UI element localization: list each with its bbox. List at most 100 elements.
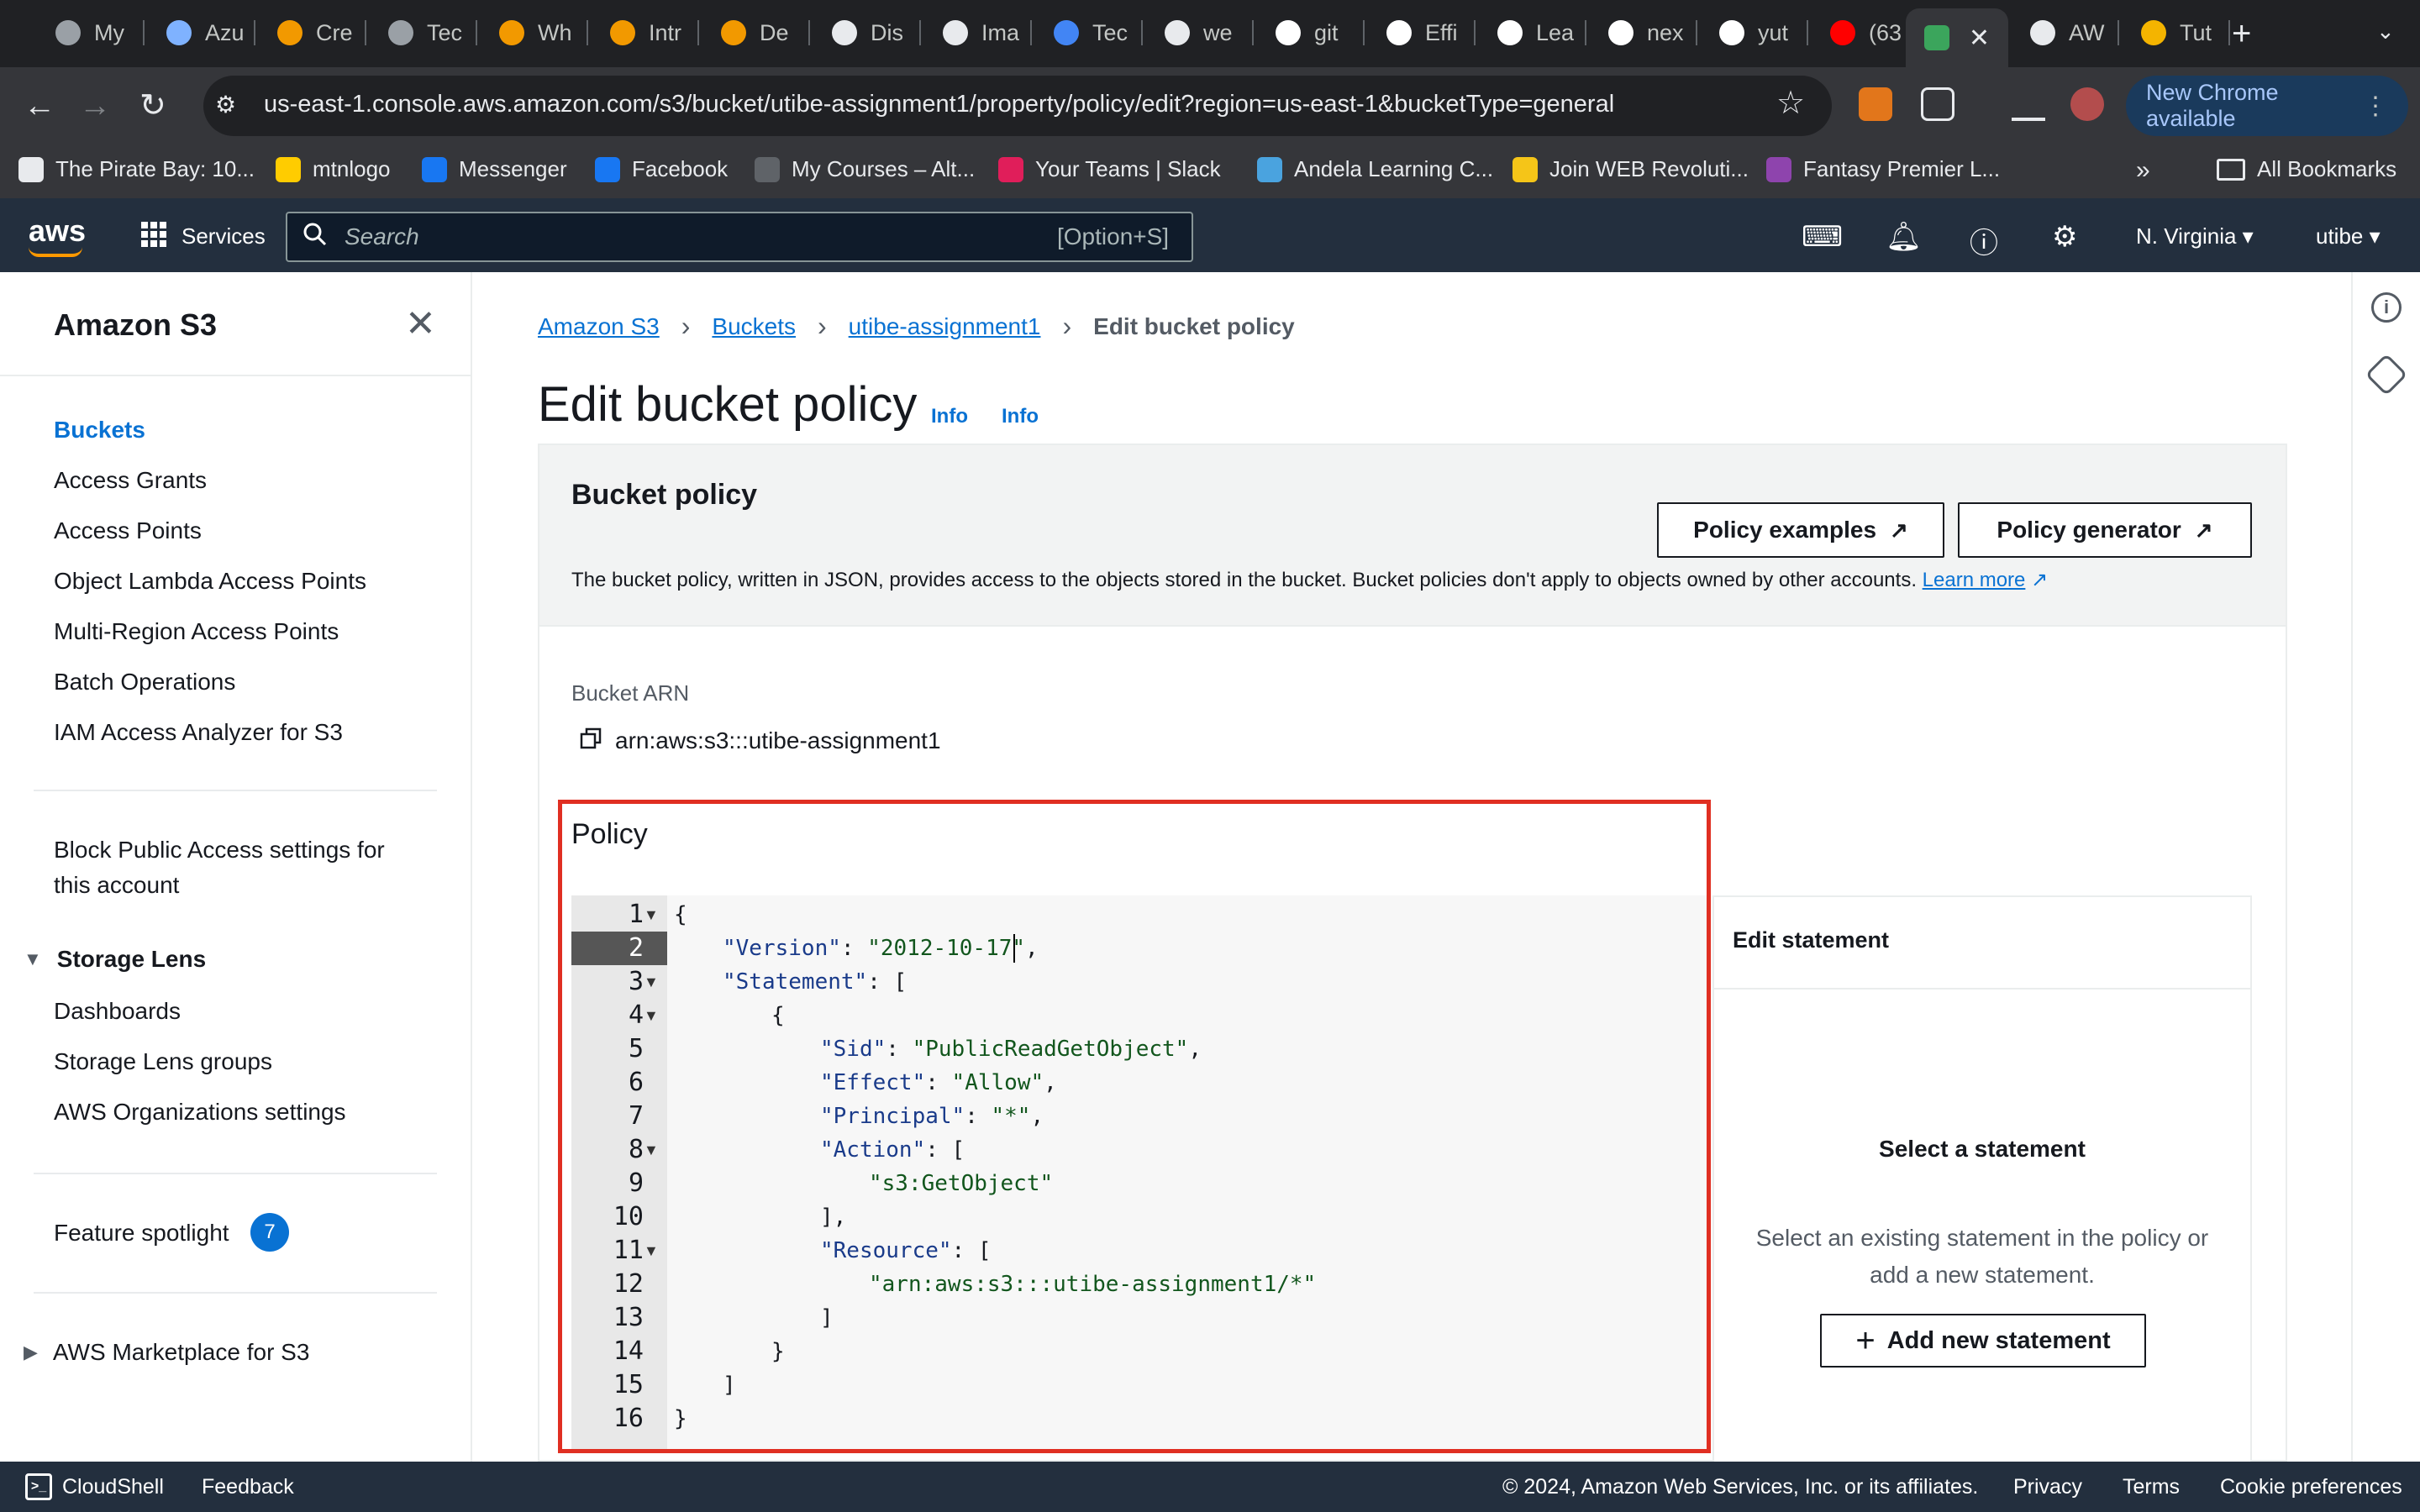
breadcrumb-bucket[interactable]: utibe-assignment1	[849, 313, 1041, 340]
policy-label: Policy	[571, 818, 648, 850]
policy-generator-button[interactable]: Policy generator ↗	[1958, 502, 2252, 558]
browser-tab[interactable]: Wh	[481, 10, 588, 55]
sidenav-item[interactable]: Object Lambda Access Points	[54, 568, 366, 595]
new-chrome-available-button[interactable]: New Chrome available ⋮	[2126, 76, 2408, 136]
add-new-statement-label: Add new statement	[1886, 1326, 2111, 1354]
notifications-bell-icon[interactable]: 🔔︎	[1886, 220, 1922, 254]
bookmark-label: The Pirate Bay: 10...	[55, 156, 255, 181]
bookmark-item[interactable]: mtnlogo	[276, 156, 391, 182]
browser-tab[interactable]: AW	[2012, 10, 2119, 55]
footer-terms[interactable]: Terms	[2123, 1475, 2180, 1499]
aws-marketplace-toggle[interactable]: ▶ AWS Marketplace for S3	[24, 1339, 309, 1366]
help-icon[interactable]: ⓘ	[1970, 220, 1998, 261]
browser-tab[interactable]: (63	[1812, 10, 1919, 55]
metamask-extension-icon[interactable]	[1859, 87, 1892, 121]
info-link[interactable]: Info	[931, 405, 968, 428]
sidenav-item-feature-spotlight[interactable]: Feature spotlight	[54, 1220, 229, 1247]
cloudshell-terminal-icon[interactable]: >_	[25, 1473, 52, 1500]
profile-avatar[interactable]	[2070, 87, 2104, 121]
cloudshell-icon[interactable]: ⌨	[1802, 220, 1843, 254]
footer-privacy[interactable]: Privacy	[2013, 1475, 2082, 1499]
all-bookmarks-button[interactable]: All Bookmarks	[2217, 156, 2396, 182]
learn-more-link[interactable]: Learn more	[1923, 569, 2026, 591]
sidenav-item[interactable]: Access Points	[54, 517, 202, 544]
bookmark-item[interactable]: The Pirate Bay: 10...	[18, 156, 255, 182]
settings-gear-icon[interactable]: ⚙	[2052, 220, 2077, 254]
bookmark-item[interactable]: Messenger	[422, 156, 567, 182]
browser-tab[interactable]: Azu	[148, 10, 255, 55]
bookmark-favicon-icon	[998, 156, 1023, 182]
policy-examples-button[interactable]: Policy examples ↗	[1657, 502, 1944, 558]
browser-tab[interactable]: My	[37, 10, 145, 55]
tab-search-chevron-icon[interactable]: ⌄	[2376, 18, 2395, 45]
browser-tab[interactable]: nex	[1590, 10, 1697, 55]
sidenav-title: Amazon S3	[54, 307, 218, 342]
tab-favicon-icon	[610, 20, 635, 45]
reading-list-icon[interactable]	[2012, 87, 2045, 121]
plus-icon: +	[1855, 1321, 1876, 1359]
sidenav-item[interactable]: Access Grants	[54, 467, 207, 494]
bookmark-item[interactable]: Fantasy Premier L...	[1766, 156, 2000, 182]
breadcrumb-amazon-s3[interactable]: Amazon S3	[538, 313, 660, 340]
browser-tab[interactable]: Tec	[1035, 10, 1143, 55]
bookmarks-overflow-icon[interactable]: »	[2136, 156, 2150, 185]
bookmark-item[interactable]: Your Teams | Slack	[998, 156, 1221, 182]
browser-tab[interactable]: Lea	[1479, 10, 1586, 55]
browser-tab[interactable]: De	[702, 10, 810, 55]
address-url[interactable]: us-east-1.console.aws.amazon.com/s3/buck…	[264, 91, 1614, 118]
sidenav-item[interactable]: IAM Access Analyzer for S3	[54, 719, 343, 746]
sidenav-item-block-public-access[interactable]: Block Public Access settings for this ac…	[54, 837, 385, 899]
bookmark-item[interactable]: Facebook	[595, 156, 728, 182]
storage-lens-item[interactable]: Storage Lens groups	[54, 1048, 272, 1075]
info-panel-icon[interactable]: i	[2371, 292, 2402, 323]
sidenav-item[interactable]: Batch Operations	[54, 669, 235, 696]
sidenav-item[interactable]: Multi-Region Access Points	[54, 618, 339, 645]
browser-tab[interactable]: git	[1257, 10, 1365, 55]
footer-feedback[interactable]: Feedback	[202, 1475, 294, 1499]
browser-tab[interactable]: we	[1146, 10, 1254, 55]
footer-cookie-preferences[interactable]: Cookie preferences	[2220, 1475, 2402, 1499]
storage-lens-item[interactable]: AWS Organizations settings	[54, 1099, 346, 1126]
breadcrumb-buckets[interactable]: Buckets	[712, 313, 796, 340]
bucket-arn-label: Bucket ARN	[571, 680, 690, 706]
aws-logo[interactable]: aws	[29, 213, 86, 249]
back-arrow-icon[interactable]: ←	[24, 86, 55, 126]
info-link[interactable]: Info	[1002, 405, 1039, 428]
add-new-statement-button[interactable]: + Add new statement	[1820, 1314, 2146, 1368]
bookmark-item[interactable]: Join WEB Revoluti...	[1512, 156, 1749, 182]
site-settings-icon[interactable]: ⚙	[215, 91, 245, 121]
close-sidenav-icon[interactable]: ✕	[405, 302, 436, 345]
extensions-puzzle-icon[interactable]	[1921, 87, 1954, 121]
browser-tab[interactable]: Tec	[370, 10, 477, 55]
browser-tab[interactable]: Dis	[813, 10, 921, 55]
forward-arrow-icon[interactable]: →	[79, 86, 111, 126]
browser-tab[interactable]: Tut	[2123, 10, 2230, 55]
tab-separator	[2118, 20, 2119, 45]
footer-cloudshell[interactable]: CloudShell	[62, 1475, 164, 1499]
bookmark-item[interactable]: Andela Learning C...	[1257, 156, 1493, 182]
close-tab-icon[interactable]: ✕	[1969, 24, 1990, 53]
browser-tab-active[interactable]: ✕	[1906, 8, 2008, 67]
browser-tab[interactable]: yut	[1701, 10, 1808, 55]
copy-icon[interactable]	[580, 727, 602, 749]
browser-tab[interactable]: Cre	[259, 10, 366, 55]
chrome-menu-icon[interactable]: ⋮	[2363, 92, 2388, 121]
tab-favicon-icon	[1830, 20, 1855, 45]
tab-title: Intr	[649, 19, 682, 45]
external-link-icon[interactable]: ↗	[2031, 569, 2048, 591]
browser-tab[interactable]: Effi	[1368, 10, 1476, 55]
storage-lens-section-toggle[interactable]: ▼ Storage Lens	[24, 946, 206, 973]
reload-icon[interactable]: ↻	[139, 86, 166, 126]
account-menu[interactable]: utibe ▾	[2316, 223, 2381, 249]
region-selector[interactable]: N. Virginia ▾	[2136, 223, 2254, 249]
bookmark-item[interactable]: My Courses – Alt...	[755, 156, 975, 182]
browser-tab[interactable]: Ima	[924, 10, 1032, 55]
services-menu-label[interactable]: Services	[182, 223, 266, 249]
bookmark-label: Join WEB Revoluti...	[1549, 156, 1749, 181]
bookmark-star-icon[interactable]: ☆	[1776, 84, 1805, 122]
storage-lens-item[interactable]: Dashboards	[54, 998, 181, 1025]
new-tab-icon[interactable]: +	[2232, 15, 2251, 53]
services-grid-icon[interactable]	[141, 222, 166, 247]
browser-tab[interactable]: Intr	[592, 10, 699, 55]
sidenav-item[interactable]: Buckets	[54, 417, 145, 444]
